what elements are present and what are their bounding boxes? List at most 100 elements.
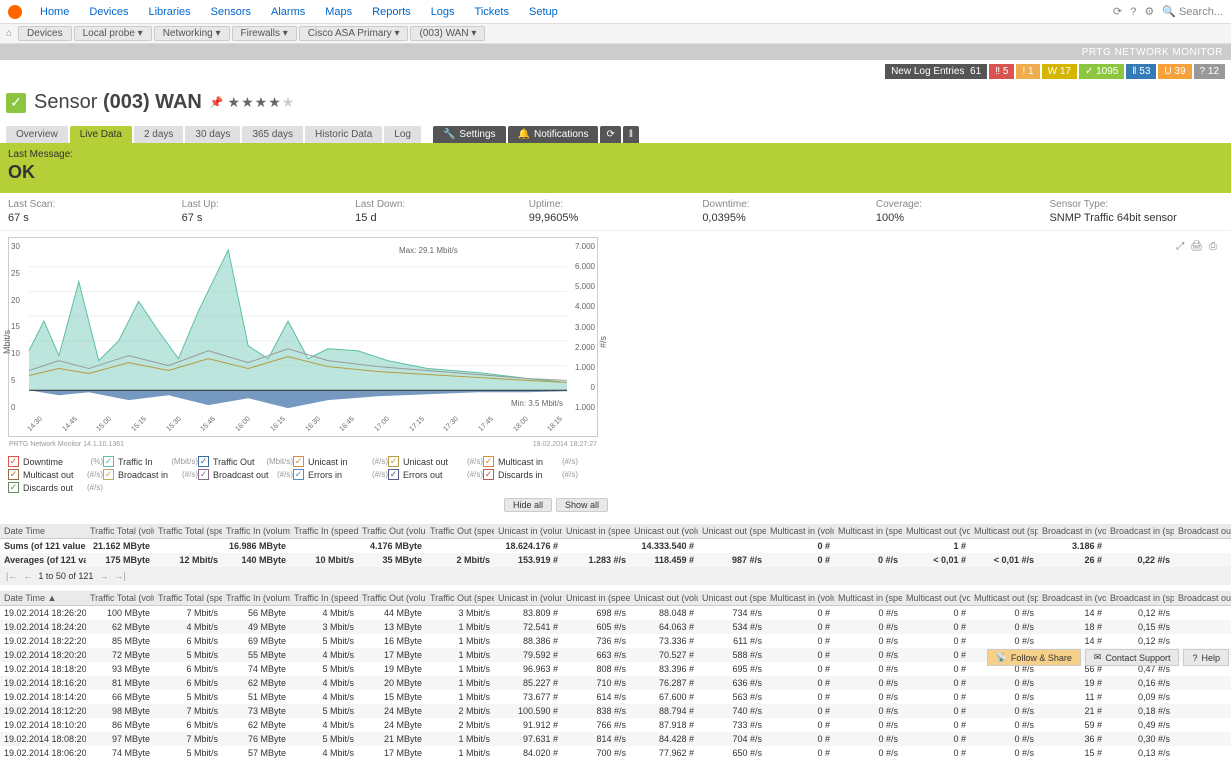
tab-log[interactable]: Log <box>384 126 421 143</box>
bottom-help[interactable]: ?Help <box>1183 649 1229 666</box>
tab-historic-data[interactable]: Historic Data <box>305 126 382 143</box>
col-header[interactable]: Traffic Out (speed) <box>426 591 494 606</box>
col-header[interactable]: Unicast out (speed) <box>698 524 766 539</box>
nav-devices[interactable]: Devices <box>79 6 138 18</box>
legend-item[interactable]: Errors out(#/s) <box>388 468 483 481</box>
col-header[interactable]: Traffic In (speed) <box>290 591 358 606</box>
legend-item[interactable]: Discards out(#/s) <box>8 481 103 494</box>
nav-setup[interactable]: Setup <box>519 6 568 18</box>
col-header[interactable]: Date Time ▲ <box>0 591 86 606</box>
col-header[interactable]: Broadcast in (speed) <box>1106 591 1174 606</box>
settings-icon[interactable]: ⚙ <box>1144 5 1154 18</box>
breadcrumb-item[interactable]: (003) WAN ▾ <box>410 26 485 41</box>
col-header[interactable]: Broadcast in (speed) <box>1106 524 1174 539</box>
col-header[interactable]: Traffic Total (volume) <box>86 524 154 539</box>
status-badge[interactable]: ✓ 1095 <box>1079 64 1124 79</box>
legend-item[interactable]: Multicast out(#/s) <box>8 468 103 481</box>
col-header[interactable]: Unicast out (volume) <box>630 591 698 606</box>
col-header[interactable]: Unicast in (speed) <box>562 591 630 606</box>
show-all-button[interactable]: Show all <box>556 498 608 512</box>
status-badge[interactable]: ‖ 53 <box>1126 64 1156 79</box>
breadcrumb-item[interactable]: Cisco ASA Primary ▾ <box>299 26 409 41</box>
pager-first-icon[interactable]: |← <box>6 571 17 581</box>
priority-stars[interactable]: ★★★★★ <box>228 94 296 111</box>
nav-reports[interactable]: Reports <box>362 6 421 18</box>
tab-notifications[interactable]: 🔔Notifications <box>508 126 599 143</box>
col-header[interactable]: Multicast out (volume) <box>902 591 970 606</box>
status-badge[interactable]: ? 12 <box>1194 64 1225 79</box>
tab-settings[interactable]: 🔧Settings <box>433 126 506 143</box>
col-header[interactable]: Multicast in (volume) <box>766 591 834 606</box>
col-header[interactable]: Multicast out (speed) <box>970 591 1038 606</box>
col-header[interactable]: Traffic Out (speed) <box>426 524 494 539</box>
pager-last-icon[interactable]: →| <box>114 571 125 581</box>
col-header[interactable]: Multicast in (speed) <box>834 591 902 606</box>
col-header[interactable]: Date Time <box>0 524 86 539</box>
chart-export-icon[interactable]: ⎙ <box>1209 241 1217 252</box>
nav-sensors[interactable]: Sensors <box>201 6 261 18</box>
tab-2-days[interactable]: 2 days <box>134 126 183 143</box>
search-input[interactable]: 🔍 Search... <box>1162 5 1223 18</box>
nav-home[interactable]: Home <box>30 6 79 18</box>
col-header[interactable]: Broadcast out ( <box>1174 591 1231 606</box>
legend-item[interactable]: Discards in(#/s) <box>483 468 578 481</box>
hide-all-button[interactable]: Hide all <box>504 498 552 512</box>
col-header[interactable]: Broadcast out ( <box>1174 524 1231 539</box>
tab-365-days[interactable]: 365 days <box>242 126 303 143</box>
col-header[interactable]: Broadcast in (volume) <box>1038 591 1106 606</box>
col-header[interactable]: Multicast out (volume) <box>902 524 970 539</box>
col-header[interactable]: Multicast in (speed) <box>834 524 902 539</box>
col-header[interactable]: Unicast in (volume) <box>494 591 562 606</box>
nav-tickets[interactable]: Tickets <box>465 6 519 18</box>
chart-print-icon[interactable]: 🖨 <box>1190 241 1203 252</box>
col-header[interactable]: Traffic Total (speed) <box>154 524 222 539</box>
breadcrumb-item[interactable]: Local probe ▾ <box>74 26 152 41</box>
pager-prev-icon[interactable]: ← <box>23 571 32 581</box>
tab-30-days[interactable]: 30 days <box>185 126 240 143</box>
col-header[interactable]: Broadcast in (volume) <box>1038 524 1106 539</box>
legend-item[interactable]: Unicast in(#/s) <box>293 455 388 468</box>
legend-item[interactable]: Broadcast out(#/s) <box>198 468 293 481</box>
home-icon[interactable]: ⌂ <box>6 28 12 39</box>
legend-item[interactable]: Unicast out(#/s) <box>388 455 483 468</box>
legend-item[interactable]: Errors in(#/s) <box>293 468 388 481</box>
tab-live-data[interactable]: Live Data <box>70 126 132 143</box>
tab-overview[interactable]: Overview <box>6 126 68 143</box>
nav-logs[interactable]: Logs <box>421 6 465 18</box>
legend-item[interactable]: Multicast in(#/s) <box>483 455 578 468</box>
col-header[interactable]: Unicast out (speed) <box>698 591 766 606</box>
col-header[interactable]: Traffic Out (volume) <box>358 524 426 539</box>
status-badge[interactable]: ! 1 <box>1016 64 1039 79</box>
legend-item[interactable]: Traffic Out(Mbit/s) <box>198 455 293 468</box>
nav-maps[interactable]: Maps <box>315 6 362 18</box>
col-header[interactable]: Multicast in (volume) <box>766 524 834 539</box>
col-header[interactable]: Traffic Total (volume) <box>86 591 154 606</box>
nav-libraries[interactable]: Libraries <box>138 6 200 18</box>
legend-item[interactable]: Broadcast in(#/s) <box>103 468 198 481</box>
col-header[interactable]: Unicast in (speed) <box>562 524 630 539</box>
tab-icon-button[interactable]: ⟳ <box>600 126 620 143</box>
col-header[interactable]: Traffic Out (volume) <box>358 591 426 606</box>
breadcrumb-item[interactable]: Devices <box>18 26 72 41</box>
nav-alarms[interactable]: Alarms <box>261 6 315 18</box>
col-header[interactable]: Traffic In (speed) <box>290 524 358 539</box>
col-header[interactable]: Unicast out (volume) <box>630 524 698 539</box>
bottom-follow-share[interactable]: 📡Follow & Share <box>987 649 1081 666</box>
pager-next-icon[interactable]: → <box>99 571 108 581</box>
breadcrumb-item[interactable]: Networking ▾ <box>154 26 230 41</box>
legend-item[interactable]: Downtime(%) <box>8 455 103 468</box>
status-badge[interactable]: ‼ 5 <box>989 64 1014 79</box>
chart-expand-icon[interactable]: ⤢ <box>1176 241 1184 252</box>
help-icon[interactable]: ? <box>1130 6 1136 18</box>
new-log-entries-badge[interactable]: New Log Entries 61 <box>885 64 987 79</box>
breadcrumb-item[interactable]: Firewalls ▾ <box>232 26 297 41</box>
refresh-icon[interactable]: ⟳ <box>1113 5 1122 18</box>
col-header[interactable]: Traffic In (volume) <box>222 591 290 606</box>
col-header[interactable]: Multicast out (speed) <box>970 524 1038 539</box>
col-header[interactable]: Traffic Total (speed) <box>154 591 222 606</box>
col-header[interactable]: Traffic In (volume) <box>222 524 290 539</box>
tab-icon-button[interactable]: ‖ <box>623 126 639 143</box>
bottom-contact-support[interactable]: ✉Contact Support <box>1085 649 1180 666</box>
status-badge[interactable]: W 17 <box>1042 64 1077 79</box>
status-badge[interactable]: U 39 <box>1158 64 1191 79</box>
